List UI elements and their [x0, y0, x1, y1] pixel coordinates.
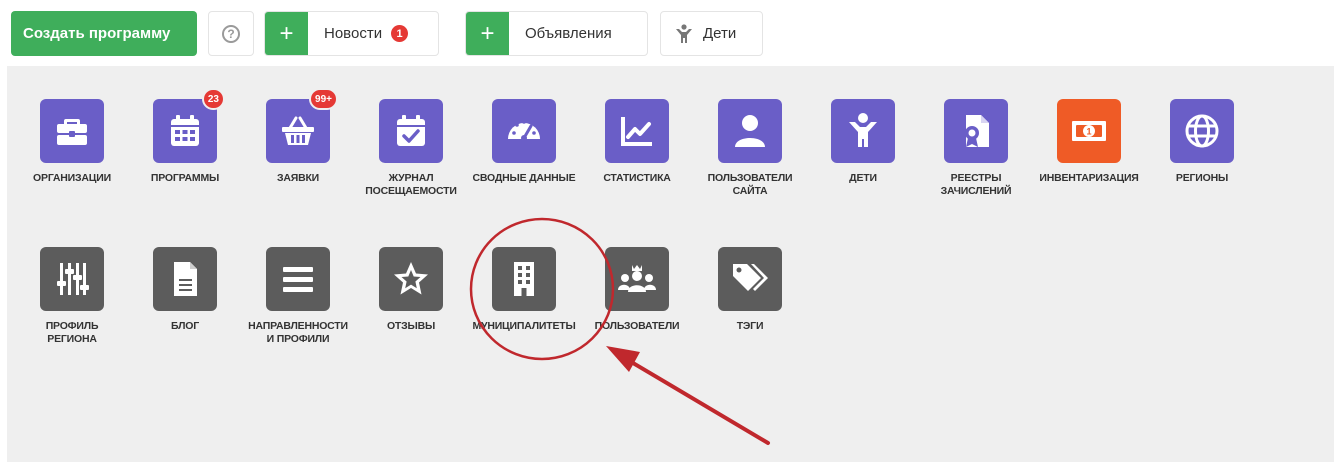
tile-label: ПРОГРАММЫ [150, 172, 220, 184]
tile-label: ДЕТИ [849, 172, 877, 184]
tile-label: ПОЛЬЗОВАТЕЛИ [594, 320, 680, 332]
tile-enrollment-registers[interactable]: РЕЕСТРЫ ЗАЧИСЛЕНИЙ [924, 99, 1028, 198]
svg-text:1: 1 [1086, 127, 1091, 137]
star-icon [394, 262, 428, 295]
tile-label: ПРОФИЛЬ РЕГИОНА [45, 320, 99, 345]
tile-region-profile[interactable]: ПРОФИЛЬ РЕГИОНА [20, 247, 124, 346]
ads-button-group: + Объявления [465, 11, 648, 56]
tile-icon-box [40, 99, 104, 163]
gauge-icon [508, 120, 540, 141]
tile-icon-box [1170, 99, 1234, 163]
tile-label: ОРГАНИЗАЦИИ [33, 172, 111, 184]
sliders-icon [57, 263, 89, 295]
tile-users[interactable]: ПОЛЬЗОВАТЕЛИ [585, 247, 689, 333]
news-count-badge: 1 [391, 25, 409, 42]
tags-icon [733, 264, 768, 291]
tile-icon-box: 1 [1057, 99, 1121, 163]
modules-panel: ОРГАНИЗАЦИИ 23 ПРОГРАММЫ 99+ ЗАЯВКИ ЖУРН… [7, 66, 1334, 462]
tile-icon-box [40, 247, 104, 311]
kids-label: Дети [703, 25, 737, 42]
tile-icon-box [605, 247, 669, 311]
list-icon [283, 267, 313, 292]
globe-icon [1185, 114, 1219, 148]
tile-site-users[interactable]: ПОЛЬЗОВАТЕЛИ САЙТА [698, 99, 802, 198]
applications-count-badge: 99+ [309, 88, 338, 110]
tile-label: ЗАЯВКИ [276, 172, 320, 184]
tile-directions-profiles[interactable]: НАПРАВЛЕННОСТИ И ПРОФИЛИ [246, 247, 350, 346]
tile-organizations[interactable]: ОРГАНИЗАЦИИ [20, 99, 124, 185]
add-news-button[interactable]: + [265, 12, 308, 55]
child-icon [676, 23, 692, 43]
tile-blog[interactable]: БЛОГ [133, 247, 237, 333]
certificate-icon [965, 115, 989, 147]
tile-icon-box [718, 247, 782, 311]
tile-icon-box: 23 [153, 88, 225, 163]
tile-icon-box [831, 99, 895, 163]
tile-label: ОТЗЫВЫ [386, 320, 436, 332]
help-icon: ? [222, 24, 240, 43]
tile-icon-box [944, 99, 1008, 163]
tile-label: РЕГИОНЫ [1175, 172, 1229, 184]
tile-attendance[interactable]: ЖУРНАЛ ПОСЕЩАЕМОСТИ [359, 99, 463, 198]
tile-label: НАПРАВЛЕННОСТИ И ПРОФИЛИ [248, 320, 348, 345]
tile-summary[interactable]: СВОДНЫЕ ДАННЫЕ [472, 99, 576, 185]
tile-applications[interactable]: 99+ ЗАЯВКИ [246, 88, 350, 185]
tile-programs[interactable]: 23 ПРОГРАММЫ [133, 88, 237, 185]
tile-inventory[interactable]: 1 ИНВЕНТАРИЗАЦИЯ [1037, 99, 1141, 185]
tile-label: МУНИЦИПАЛИТЕТЫ [472, 320, 576, 332]
building-icon [514, 262, 534, 296]
tile-tags[interactable]: ТЭГИ [698, 247, 802, 333]
users-icon [618, 265, 656, 292]
user-icon [735, 115, 765, 147]
money-bill-icon: 1 [1072, 121, 1106, 141]
child-icon [849, 113, 877, 147]
tile-label: ПОЛЬЗОВАТЕЛИ САЙТА [707, 172, 793, 197]
tile-label: СТАТИСТИКА [603, 172, 671, 184]
create-program-button[interactable]: Создать программу [11, 11, 197, 56]
line-chart-icon [621, 117, 652, 146]
ads-button[interactable]: Объявления [509, 12, 612, 55]
news-button[interactable]: Новости 1 [308, 12, 409, 55]
tile-regions[interactable]: РЕГИОНЫ [1150, 99, 1254, 185]
tile-statistics[interactable]: СТАТИСТИКА [585, 99, 689, 185]
calendar-check-icon [397, 115, 425, 146]
tile-icon-box [379, 99, 443, 163]
tile-icon-box [266, 247, 330, 311]
calendar-icon [171, 115, 199, 146]
news-label: Новости [324, 25, 383, 42]
tile-label: СВОДНЫЕ ДАННЫЕ [472, 172, 576, 184]
basket-icon [282, 116, 314, 145]
top-toolbar: Создать программу ? + Новости 1 + Объявл… [0, 0, 1334, 66]
tile-label: ИНВЕНТАРИЗАЦИЯ [1039, 172, 1139, 184]
tile-label: ЖУРНАЛ ПОСЕЩАЕМОСТИ [365, 172, 457, 197]
tile-icon-box: 99+ [266, 88, 338, 163]
tile-icon-box [153, 247, 217, 311]
tile-icon-box [492, 99, 556, 163]
tile-children[interactable]: ДЕТИ [811, 99, 915, 185]
document-icon [174, 262, 197, 296]
news-button-group: + Новости 1 [264, 11, 439, 56]
tile-label: ТЭГИ [736, 320, 764, 332]
tile-label: БЛОГ [171, 320, 199, 332]
tile-icon-box [718, 99, 782, 163]
add-ad-button[interactable]: + [466, 12, 509, 55]
tile-label: РЕЕСТРЫ ЗАЧИСЛЕНИЙ [940, 172, 1012, 197]
kids-button[interactable]: Дети [660, 11, 763, 56]
help-button[interactable]: ? [208, 11, 254, 56]
tile-reviews[interactable]: ОТЗЫВЫ [359, 247, 463, 333]
tile-icon-box [379, 247, 443, 311]
tile-icon-box [492, 247, 556, 311]
programs-count-badge: 23 [201, 88, 225, 110]
briefcase-icon [57, 119, 87, 145]
tile-municipalities[interactable]: МУНИЦИПАЛИТЕТЫ [472, 247, 576, 333]
tile-icon-box [605, 99, 669, 163]
